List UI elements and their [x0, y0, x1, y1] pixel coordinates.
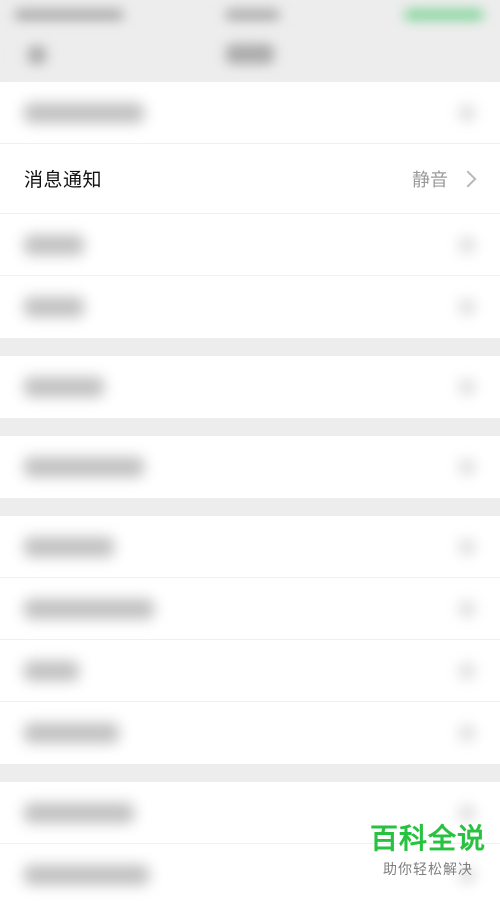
chevron-right-icon — [459, 170, 477, 187]
settings-row-10-chevron-blur — [458, 724, 476, 742]
settings-row-4[interactable] — [0, 276, 500, 338]
group-spacer-3 — [0, 498, 500, 516]
settings-row-1-chevron-blur — [458, 103, 476, 122]
settings-row-8[interactable] — [0, 578, 500, 640]
status-left-blur — [14, 9, 124, 21]
settings-row-1-label-blur — [24, 102, 144, 123]
settings-row-9-chevron-blur — [458, 661, 476, 680]
settings-row-3[interactable] — [0, 214, 500, 276]
settings-group-4 — [0, 516, 500, 764]
message-notification-right: 静音 — [412, 166, 477, 192]
status-right-blur — [404, 9, 484, 21]
settings-row-7-chevron-blur — [458, 537, 476, 556]
navigation-bar — [0, 28, 500, 82]
settings-group-3 — [0, 436, 500, 498]
settings-row-8-label-blur — [24, 598, 154, 619]
group-spacer-1 — [0, 338, 500, 356]
status-bar — [0, 0, 500, 28]
settings-row-10[interactable] — [0, 702, 500, 764]
settings-row-10-label-blur — [24, 723, 119, 743]
settings-row-11-chevron-blur — [458, 803, 476, 822]
settings-row-7-label-blur — [24, 536, 114, 557]
back-icon[interactable] — [28, 46, 46, 64]
settings-group-1: 消息通知 静音 — [0, 82, 500, 338]
settings-row-3-label-blur — [24, 234, 84, 255]
message-notification-value: 静音 — [412, 169, 448, 191]
status-center-blur — [225, 9, 280, 21]
settings-row-6-chevron-blur — [458, 458, 476, 476]
settings-row-message-notification[interactable]: 消息通知 静音 — [0, 144, 500, 214]
settings-row-11-label-blur — [24, 802, 134, 823]
page-title-blur — [226, 44, 274, 64]
settings-row-4-label-blur — [24, 297, 84, 317]
settings-row-9[interactable] — [0, 640, 500, 702]
settings-row-5-label-blur — [24, 377, 104, 397]
settings-row-4-chevron-blur — [458, 298, 476, 316]
settings-row-6-label-blur — [24, 457, 144, 477]
watermark-subtitle: 助你轻松解决 — [382, 862, 473, 878]
group-spacer-4 — [0, 764, 500, 782]
settings-group-2 — [0, 356, 500, 418]
settings-row-5-chevron-blur — [458, 378, 476, 396]
message-notification-label: 消息通知 — [24, 169, 103, 191]
settings-row-6[interactable] — [0, 436, 500, 498]
settings-row-1[interactable] — [0, 82, 500, 144]
settings-row-7[interactable] — [0, 516, 500, 578]
settings-row-8-chevron-blur — [458, 599, 476, 618]
group-spacer-2 — [0, 418, 500, 436]
settings-list: 消息通知 静音 — [0, 82, 500, 906]
watermark: 百科全说 助你轻松解决 — [369, 821, 486, 879]
settings-row-12-label-blur — [24, 865, 149, 885]
settings-row-3-chevron-blur — [458, 235, 476, 254]
watermark-title: 百科全说 — [369, 821, 486, 855]
settings-row-9-label-blur — [24, 660, 79, 681]
settings-row-5[interactable] — [0, 356, 500, 418]
